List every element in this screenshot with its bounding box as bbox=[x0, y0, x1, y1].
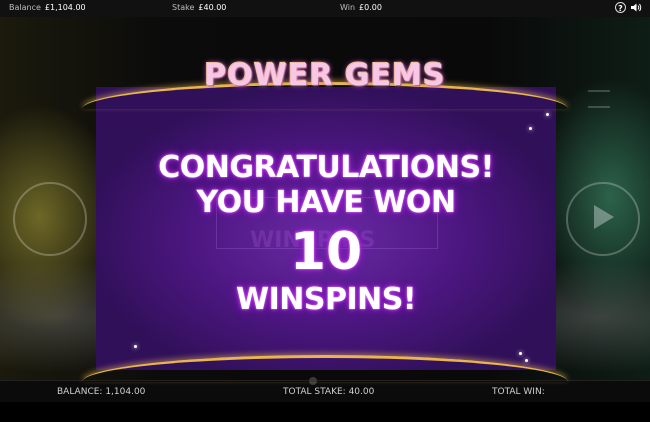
help-icon[interactable]: ? bbox=[615, 2, 626, 13]
bottom-balance-value: 1,104.00 bbox=[105, 387, 146, 397]
bottom-status-bar: BALANCE: 1,104.00 TOTAL STAKE: 40.00 TOT… bbox=[0, 377, 650, 403]
stake-label: Stake bbox=[172, 3, 195, 12]
win-value: £0.00 bbox=[359, 3, 382, 12]
balance-label: Balance bbox=[9, 3, 41, 12]
total-win: TOTAL WIN: bbox=[492, 387, 545, 397]
top-icons: ? bbox=[615, 2, 642, 13]
sparkle bbox=[519, 352, 522, 355]
speaker-icon[interactable] bbox=[630, 2, 642, 13]
balance-value: £1,104.00 bbox=[44, 3, 86, 12]
you-have-won-text: YOU HAVE WON bbox=[196, 185, 456, 220]
play-icon[interactable] bbox=[594, 205, 614, 229]
bottom-stake-label: TOTAL STAKE: bbox=[283, 387, 346, 397]
top-status-bar: Balance £1,104.00 Stake £40.00 Win £0.00 ? bbox=[0, 0, 650, 17]
game-logo: POWER GEMS bbox=[204, 58, 446, 93]
menu-icon[interactable] bbox=[588, 90, 610, 108]
total-balance: BALANCE: 1,104.00 bbox=[57, 387, 145, 397]
sparkle bbox=[529, 127, 532, 130]
bottom-win-label: TOTAL WIN: bbox=[492, 387, 545, 397]
winspins-label: WINSPINS! bbox=[235, 282, 417, 317]
sparkle bbox=[546, 113, 549, 116]
balance-display: Balance £1,104.00 bbox=[9, 3, 86, 12]
bottom-stake-value: 40.00 bbox=[348, 387, 375, 397]
stake-value: £40.00 bbox=[198, 3, 227, 12]
total-stake: TOTAL STAKE: 40.00 bbox=[283, 387, 374, 397]
footer-strip bbox=[0, 402, 650, 422]
winspins-count: 10 bbox=[289, 222, 363, 282]
sparkle bbox=[134, 345, 137, 348]
bottom-balance-label: BALANCE: bbox=[57, 387, 103, 397]
stake-display: Stake £40.00 bbox=[172, 3, 226, 12]
win-display: Win £0.00 bbox=[340, 3, 382, 12]
win-label: Win bbox=[340, 3, 356, 12]
sparkle bbox=[525, 359, 528, 362]
congrats-heading: CONGRATULATIONS! bbox=[158, 150, 494, 185]
left-control-ring bbox=[13, 182, 87, 256]
